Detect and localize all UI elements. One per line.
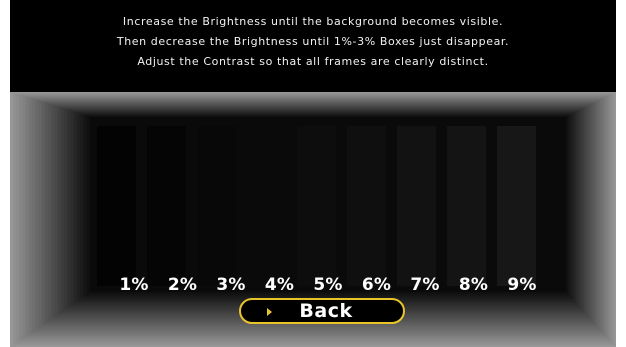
instruction-line-3: Adjust the Contrast so that all frames a… <box>137 55 489 68</box>
calibration-box <box>447 126 486 286</box>
calibration-box <box>97 126 136 286</box>
calibration-box <box>197 126 236 286</box>
percentage-label: 5% <box>313 275 343 295</box>
back-button-label: Back <box>299 300 353 322</box>
calibration-box <box>497 126 536 286</box>
calibration-screen: Increase the Brightness until the backgr… <box>10 0 616 347</box>
instruction-line-1: Increase the Brightness until the backgr… <box>122 15 504 28</box>
percentage-labels: 1% 2% 3% 4% 5% 6% 7% 8% 9% <box>110 272 550 298</box>
calibration-box <box>297 126 336 286</box>
percentage-label: 4% <box>264 275 295 295</box>
percentage-label: 2% <box>167 275 198 295</box>
percentage-label: 9% <box>507 275 537 295</box>
percentage-label: 8% <box>458 275 489 295</box>
calibration-box <box>397 126 436 286</box>
percentage-label: 6% <box>361 275 392 295</box>
percentage-label: 3% <box>216 275 246 295</box>
instructions-text: Increase the Brightness until the backgr… <box>10 12 616 72</box>
calibration-boxes <box>97 126 559 286</box>
calibration-box <box>247 126 286 286</box>
back-button[interactable]: Back <box>239 298 405 324</box>
percentage-label: 1% <box>119 275 149 295</box>
instruction-line-2: Then decrease the Brightness until 1%-3%… <box>116 35 510 48</box>
percentage-label: 7% <box>410 275 440 295</box>
calibration-box <box>147 126 186 286</box>
calibration-box <box>347 126 386 286</box>
